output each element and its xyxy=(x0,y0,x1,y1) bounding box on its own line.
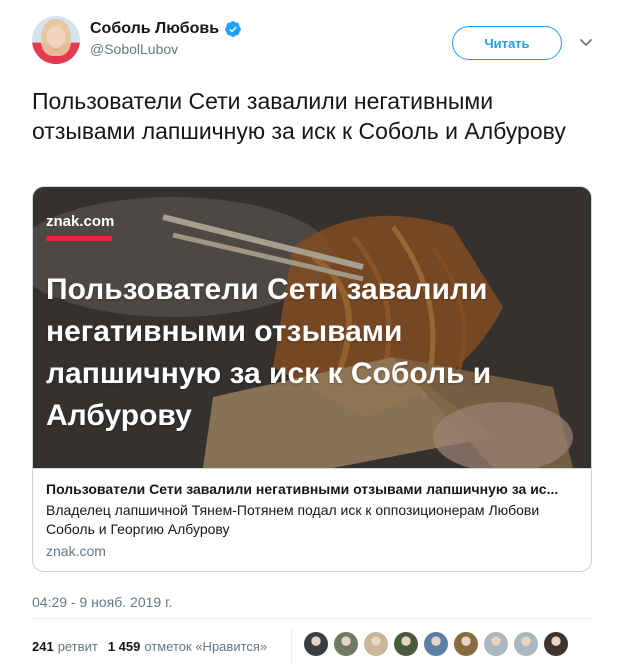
liker-avatar-1[interactable] xyxy=(304,632,328,656)
author-avatar[interactable] xyxy=(32,16,80,64)
liker-avatar-9[interactable] xyxy=(544,632,568,656)
likers-avatars xyxy=(304,632,568,656)
liker-avatar-2[interactable] xyxy=(334,632,358,656)
tweet-text: Пользователи Сети завалили негативными о… xyxy=(32,88,566,144)
liker-avatar-4[interactable] xyxy=(394,632,418,656)
link-card[interactable]: znak.com Пользователи Сети завалили нега… xyxy=(32,186,592,572)
author-name-block[interactable]: Соболь Любовь @SobolLubov xyxy=(90,20,242,57)
likes-label[interactable]: отметок «Нравится» xyxy=(144,639,267,654)
card-description: Владелец лапшичной Тянем-Потянем подал и… xyxy=(46,502,540,537)
avatar-face xyxy=(47,26,65,48)
follow-button[interactable]: Читать xyxy=(452,26,562,60)
chevron-down-icon[interactable] xyxy=(578,34,594,50)
liker-avatar-3[interactable] xyxy=(364,632,388,656)
retweets-count[interactable]: 241 xyxy=(32,639,54,654)
tweet-timestamp[interactable]: 04:29 - 9 нояб. 2019 г. xyxy=(32,594,172,610)
liker-avatar-6[interactable] xyxy=(454,632,478,656)
author-display-name[interactable]: Соболь Любовь xyxy=(90,20,242,38)
likes-count[interactable]: 1 459 xyxy=(108,639,141,654)
stats-separator xyxy=(291,628,292,662)
tweet-stats: 241 ретвит 1 459 отметок «Нравится» xyxy=(32,632,277,660)
retweets-stat[interactable]: 241 ретвит xyxy=(32,639,98,654)
card-image-headline: Пользователи Сети завалили негативными о… xyxy=(46,273,492,432)
card-brand-logo: znak.com xyxy=(46,213,115,230)
card-title[interactable]: Пользователи Сети завалили негативными о… xyxy=(46,481,578,497)
divider xyxy=(32,618,592,619)
likes-stat[interactable]: 1 459 отметок «Нравится» xyxy=(108,639,267,654)
verified-badge-icon xyxy=(225,21,241,37)
liker-avatar-8[interactable] xyxy=(514,632,538,656)
retweets-label[interactable]: ретвит xyxy=(58,639,98,654)
tweet-header: Соболь Любовь @SobolLubov Читать xyxy=(32,16,602,72)
author-display-name-text[interactable]: Соболь Любовь xyxy=(90,20,219,38)
card-brand-bar xyxy=(46,236,112,241)
author-handle[interactable]: @SobolLubov xyxy=(90,41,242,57)
liker-avatar-7[interactable] xyxy=(484,632,508,656)
card-meta[interactable]: Пользователи Сети завалили негативными о… xyxy=(33,468,591,571)
card-domain: znak.com xyxy=(46,543,106,559)
card-image[interactable]: znak.com Пользователи Сети завалили нега… xyxy=(33,187,591,468)
liker-avatar-5[interactable] xyxy=(424,632,448,656)
